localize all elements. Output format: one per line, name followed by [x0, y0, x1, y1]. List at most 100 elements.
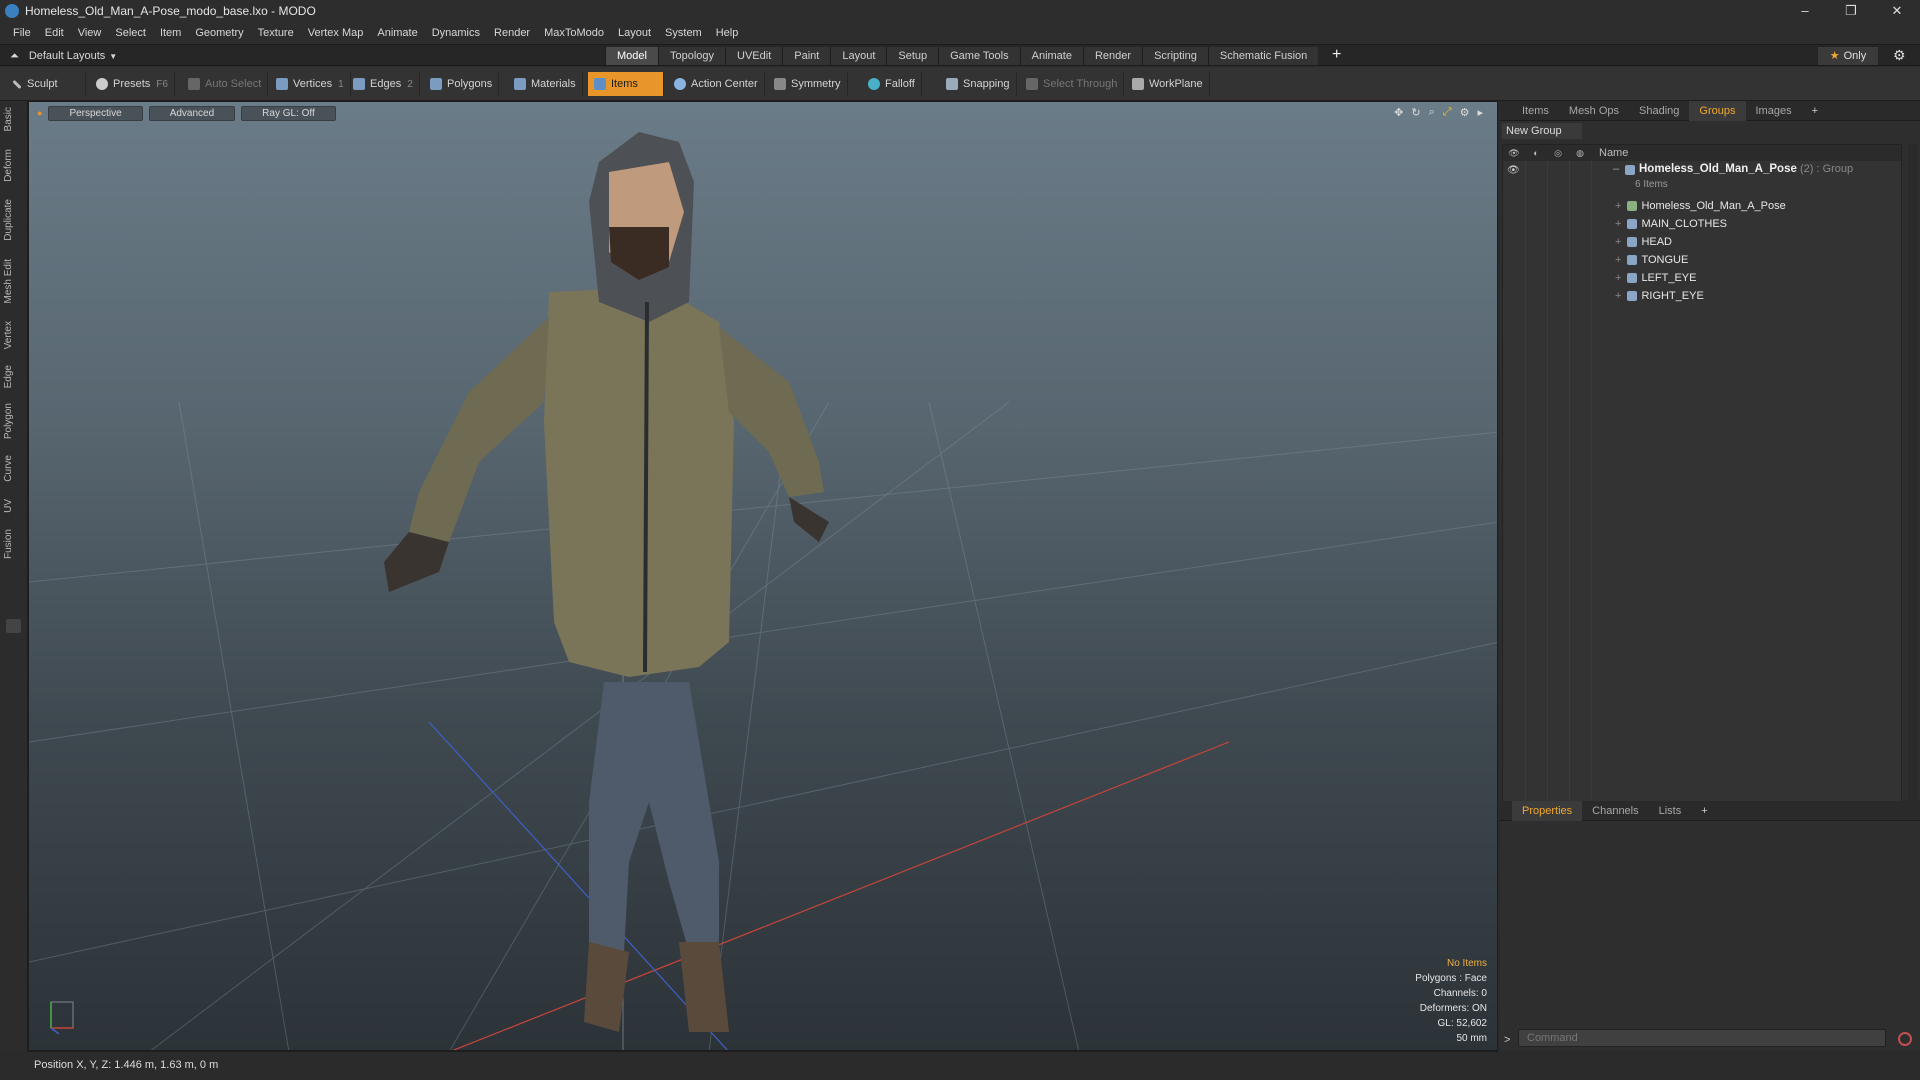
- add-tab-button[interactable]: +: [1332, 46, 1341, 64]
- tab-paint[interactable]: Paint: [782, 47, 831, 65]
- auto-select-button[interactable]: Auto Select: [182, 72, 269, 96]
- menu-view[interactable]: View: [71, 22, 109, 44]
- vtab-deform[interactable]: Deform: [3, 149, 23, 182]
- symmetry-button[interactable]: Symmetry: [768, 72, 848, 96]
- command-input[interactable]: [1518, 1029, 1886, 1047]
- vtab-basic[interactable]: Basic: [3, 107, 23, 131]
- tab-topology[interactable]: Topology: [657, 47, 726, 65]
- menu-maxtomodo[interactable]: MaxToModo: [537, 22, 611, 44]
- vtab-fusion[interactable]: Fusion: [3, 529, 23, 559]
- list-item[interactable]: + LEFT_EYE: [1503, 269, 1901, 287]
- snapping-button[interactable]: Snapping: [940, 72, 1017, 96]
- gear-icon[interactable]: ⚙: [1893, 47, 1906, 64]
- tab-animate[interactable]: Animate: [1019, 47, 1083, 65]
- restore-button[interactable]: ❐: [1828, 0, 1874, 22]
- tab-properties[interactable]: Properties: [1512, 800, 1583, 821]
- 3d-viewport[interactable]: ● Perspective Advanced Ray GL: Off ✥ ↻ ⌕…: [28, 101, 1498, 1051]
- viewport-more-icon[interactable]: ▸: [1477, 106, 1483, 119]
- list-item[interactable]: + TONGUE: [1503, 251, 1901, 269]
- only-toggle[interactable]: ★ Only: [1818, 47, 1878, 65]
- group-row[interactable]: 👁 – Homeless_Old_Man_A_Pose (2) : Group …: [1503, 163, 1901, 193]
- select-through-button[interactable]: Select Through: [1020, 72, 1125, 96]
- eye-icon[interactable]: 👁: [1507, 165, 1520, 176]
- action-center-button[interactable]: Action Center: [668, 72, 765, 96]
- items-button[interactable]: Items: [588, 72, 664, 96]
- lock-column-icon[interactable]: ◎: [1547, 148, 1569, 159]
- name-column-header[interactable]: Name: [1591, 147, 1628, 159]
- pan-icon[interactable]: ✥: [1394, 106, 1403, 119]
- list-item[interactable]: + MAIN_CLOTHES: [1503, 215, 1901, 233]
- record-icon[interactable]: [1898, 1032, 1912, 1046]
- tab-shading[interactable]: Shading: [1629, 101, 1689, 121]
- menu-file[interactable]: File: [6, 22, 38, 44]
- falloff-button[interactable]: Falloff: [862, 72, 922, 96]
- vtab-duplicate[interactable]: Duplicate: [3, 199, 23, 241]
- vtab-mesh-edit[interactable]: Mesh Edit: [3, 259, 23, 303]
- tab-setup[interactable]: Setup: [886, 47, 939, 65]
- view-mode-button[interactable]: Perspective: [48, 106, 143, 121]
- list-item[interactable]: + RIGHT_EYE: [1503, 287, 1901, 305]
- tab-uvedit[interactable]: UVEdit: [725, 47, 783, 65]
- add-bottom-tab-button[interactable]: +: [1691, 801, 1717, 821]
- tab-layout[interactable]: Layout: [830, 47, 887, 65]
- vtab-curve[interactable]: Curve: [3, 455, 23, 482]
- select-column-icon[interactable]: ◍: [1569, 148, 1591, 159]
- tab-groups[interactable]: Groups: [1689, 100, 1746, 121]
- menu-edit[interactable]: Edit: [38, 22, 71, 44]
- layout-selector[interactable]: ⏶ Default Layouts ▼: [10, 48, 117, 64]
- visibility-column-icon[interactable]: 👁: [1503, 148, 1525, 159]
- menu-select[interactable]: Select: [108, 22, 153, 44]
- polygons-button[interactable]: Polygons: [424, 72, 500, 96]
- viewport-menu-dot-icon[interactable]: ●: [37, 106, 42, 121]
- new-group-button[interactable]: New Group: [1502, 123, 1582, 139]
- menu-item[interactable]: Item: [153, 22, 188, 44]
- tab-mesh-ops[interactable]: Mesh Ops: [1559, 101, 1629, 121]
- menu-system[interactable]: System: [658, 22, 709, 44]
- tab-images[interactable]: Images: [1746, 101, 1802, 121]
- sculpt-button[interactable]: Sculpt: [6, 72, 86, 96]
- viewport-settings-icon[interactable]: ⚙: [1460, 106, 1470, 119]
- tab-scripting[interactable]: Scripting: [1142, 47, 1208, 65]
- layout-selector-label: Default Layouts: [28, 50, 106, 62]
- raygl-button[interactable]: Ray GL: Off: [241, 106, 336, 121]
- menu-texture[interactable]: Texture: [251, 22, 301, 44]
- vtab-polygon[interactable]: Polygon: [3, 403, 23, 439]
- close-button[interactable]: ✕: [1874, 0, 1920, 22]
- add-panel-tab-button[interactable]: +: [1802, 101, 1828, 121]
- layout-collapse-icon[interactable]: ⏶: [10, 50, 19, 63]
- fit-icon[interactable]: ⤢: [1443, 106, 1452, 119]
- menu-layout[interactable]: Layout: [611, 22, 658, 44]
- list-item[interactable]: + HEAD: [1503, 233, 1901, 251]
- edges-button[interactable]: Edges 2: [347, 72, 420, 96]
- character-model[interactable]: [384, 132, 829, 1032]
- menu-dynamics[interactable]: Dynamics: [425, 22, 487, 44]
- tab-render[interactable]: Render: [1082, 47, 1143, 65]
- menu-animate[interactable]: Animate: [370, 22, 424, 44]
- list-item[interactable]: + Homeless_Old_Man_A_Pose: [1503, 197, 1901, 215]
- menu-render[interactable]: Render: [487, 22, 537, 44]
- tab-model[interactable]: Model: [605, 47, 658, 65]
- expand-panel-icon[interactable]: [6, 619, 21, 633]
- presets-button[interactable]: Presets F6: [90, 72, 175, 96]
- tab-game-tools[interactable]: Game Tools: [938, 47, 1020, 65]
- render-column-icon[interactable]: ◐: [1525, 148, 1547, 159]
- tab-schematic-fusion[interactable]: Schematic Fusion: [1207, 47, 1319, 65]
- tab-channels[interactable]: Channels: [1582, 801, 1648, 821]
- vertices-button[interactable]: Vertices 1: [270, 72, 351, 96]
- vtab-vertex[interactable]: Vertex: [3, 321, 23, 349]
- materials-button[interactable]: Materials: [508, 72, 583, 96]
- orbit-icon[interactable]: ↻: [1411, 106, 1420, 119]
- vtab-edge[interactable]: Edge: [3, 365, 23, 388]
- collapse-icon[interactable]: –: [1613, 163, 1619, 175]
- minimize-button[interactable]: –: [1782, 0, 1828, 22]
- shading-mode-button[interactable]: Advanced: [148, 106, 236, 121]
- menu-vertex-map[interactable]: Vertex Map: [301, 22, 371, 44]
- zoom-icon[interactable]: ⌕: [1429, 106, 1435, 119]
- group-type: : Group: [1816, 163, 1854, 175]
- tab-items[interactable]: Items: [1512, 101, 1559, 121]
- tab-lists[interactable]: Lists: [1649, 801, 1692, 821]
- workplane-button[interactable]: WorkPlane: [1126, 72, 1210, 96]
- vtab-uv[interactable]: UV: [3, 499, 23, 513]
- menu-help[interactable]: Help: [709, 22, 746, 44]
- menu-geometry[interactable]: Geometry: [188, 22, 250, 44]
